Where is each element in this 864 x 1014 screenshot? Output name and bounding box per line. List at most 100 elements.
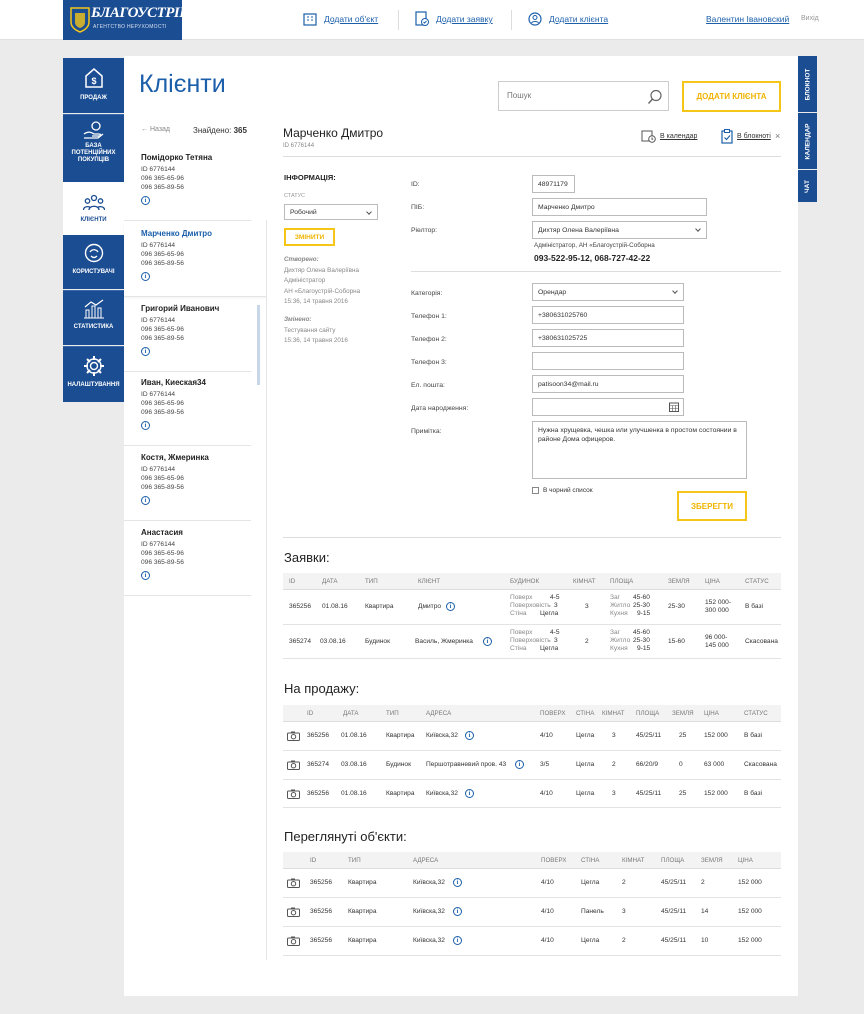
birthdate-field[interactable]: [532, 398, 684, 416]
info-icon[interactable]: i: [141, 571, 150, 580]
cell-address[interactable]: Київска,32: [426, 790, 458, 797]
cell-client[interactable]: Дмитро: [418, 603, 441, 610]
client-item[interactable]: Иван, Киеская34 ID 6776144 096 365-65-96…: [124, 371, 251, 446]
add-request-link[interactable]: Додати заявку: [415, 11, 493, 27]
change-status-button[interactable]: ЗМІНИТИ: [284, 228, 335, 246]
realtor-select[interactable]: Дихтяр Олена Валеріївна: [532, 221, 707, 239]
info-icon[interactable]: i: [483, 637, 492, 646]
info-icon[interactable]: i: [515, 760, 524, 769]
table-row[interactable]: 365256 01.08.16 Квартира Київска,32 i 4/…: [283, 722, 781, 751]
blacklist-label: В чорний список: [543, 487, 593, 494]
add-object-link[interactable]: Додати об'єкт: [303, 11, 378, 27]
calendar-icon[interactable]: [669, 402, 679, 412]
blacklist-checkbox[interactable]: [532, 487, 539, 494]
phone2-field[interactable]: +380631025725: [532, 329, 684, 347]
nav-item-users[interactable]: КОРИСТУВАЧІ: [63, 235, 124, 289]
col-header: ID: [289, 578, 296, 585]
nav-item-sale[interactable]: $ ПРОДАЖ: [63, 58, 124, 113]
cell-address[interactable]: Київска,32: [413, 879, 445, 886]
info-icon[interactable]: i: [453, 907, 462, 916]
info-icon[interactable]: i: [141, 347, 150, 356]
back-link[interactable]: ← Назад: [141, 126, 170, 133]
client-item[interactable]: Костя, Жмеринка ID 6776144 096 365-65-96…: [124, 446, 251, 521]
table-row[interactable]: 365274 03.08.16 Будинок Першотравневий п…: [283, 751, 781, 780]
col-header: ТИП: [365, 578, 378, 585]
camera-icon[interactable]: [287, 878, 300, 888]
info-icon[interactable]: i: [453, 878, 462, 887]
table-row[interactable]: 365256 Квартира Київска,32 i 4/10 Цегла …: [283, 869, 781, 898]
to-calendar-link[interactable]: В календар: [641, 130, 697, 143]
client-item[interactable]: Григорий Иванович ID 6776144 096 365-65-…: [124, 297, 251, 372]
cell-area: 45/25/11: [661, 879, 687, 886]
search-icon[interactable]: [647, 89, 663, 105]
save-button[interactable]: ЗБЕРЕГТИ: [677, 491, 747, 521]
info-icon[interactable]: i: [141, 272, 150, 281]
table-row[interactable]: 365256 Квартира Київска,32 i 4/10 Панель…: [283, 898, 781, 927]
client-name: Иван, Киеская34: [141, 378, 206, 387]
nav-item-buyers[interactable]: БАЗА ПОТЕНЦІЙНИХ ПОКУПЦІВ: [63, 114, 124, 182]
id-field[interactable]: 48971179: [532, 175, 575, 193]
cell-address[interactable]: Київска,32: [413, 908, 445, 915]
tab-chat[interactable]: ЧАТ: [798, 170, 817, 202]
requests-title: Заявки:: [284, 550, 330, 565]
info-icon[interactable]: i: [465, 789, 474, 798]
tab-calendar[interactable]: КАЛЕНДАР: [798, 113, 817, 169]
close-icon[interactable]: ×: [775, 131, 780, 141]
cell-type: Квартира: [348, 908, 377, 915]
client-name: Анастасия: [141, 528, 183, 537]
info-icon[interactable]: i: [141, 196, 150, 205]
camera-icon[interactable]: [287, 760, 300, 770]
camera-icon[interactable]: [287, 789, 300, 799]
created-label: Створено:: [284, 256, 319, 263]
search-box[interactable]: [498, 81, 669, 111]
category-select[interactable]: Орендар: [532, 283, 684, 301]
camera-icon[interactable]: [287, 907, 300, 917]
search-input[interactable]: [507, 91, 637, 100]
col-header: АДРЕСА: [413, 857, 439, 864]
info-icon[interactable]: i: [141, 421, 150, 430]
blacklist-checkbox-row[interactable]: В чорний список: [532, 487, 593, 494]
cell-status: Скасована: [744, 761, 777, 768]
add-client-link[interactable]: Додати клієнта: [528, 11, 608, 27]
cell-id: 365256: [307, 790, 330, 797]
client-item-active[interactable]: Марченко Дмитро ID 6776144 096 365-65-96…: [124, 222, 266, 297]
pib-field[interactable]: Марченко Дмитро: [532, 198, 707, 216]
nav-item-stats[interactable]: СТАТИСТИКА: [63, 290, 124, 345]
phone1-field[interactable]: +380631025760: [532, 306, 684, 324]
status-select[interactable]: Робочий: [284, 204, 378, 220]
cell-address[interactable]: Першотравневий пров. 43: [426, 761, 506, 768]
client-item[interactable]: Помідорко Тетяна ID 6776144 096 365-65-9…: [124, 146, 251, 221]
top-bar: БЛАГОУСТРІЙ АГЕНТСТВО НЕРУХОМОСТІ Додати…: [0, 0, 864, 40]
client-phone: 096 365-65-96: [141, 475, 184, 482]
logout-link[interactable]: Вихід: [801, 15, 819, 22]
info-icon[interactable]: i: [446, 602, 455, 611]
nav-item-clients[interactable]: КЛІЄНТИ: [63, 182, 124, 235]
table-row[interactable]: 365256 01.08.16 Квартира Дмитро i Поверх…: [283, 590, 781, 625]
phone3-field[interactable]: [532, 352, 684, 370]
logo[interactable]: БЛАГОУСТРІЙ АГЕНТСТВО НЕРУХОМОСТІ: [63, 0, 191, 40]
cell-address[interactable]: Київска,32: [413, 937, 445, 944]
info-icon[interactable]: i: [465, 731, 474, 740]
user-name-link[interactable]: Валентин Івановский: [706, 14, 789, 24]
scrollbar[interactable]: [257, 305, 260, 385]
nav-item-settings[interactable]: НАЛАШТУВАННЯ: [63, 346, 124, 402]
add-client-button[interactable]: ДОДАТИ КЛІЄНТА: [682, 81, 781, 112]
email-field[interactable]: patisoon34@mail.ru: [532, 375, 684, 393]
add-object-label: Додати об'єкт: [324, 14, 379, 24]
camera-icon[interactable]: [287, 731, 300, 741]
table-row[interactable]: 365256 01.08.16 Квартира Київска,32 i 4/…: [283, 780, 781, 808]
info-icon[interactable]: i: [453, 936, 462, 945]
note-textarea[interactable]: Нужна хрущевка, чешка или улучшенка в пр…: [532, 421, 747, 479]
client-item[interactable]: Анастасия ID 6776144 096 365-65-96 096 3…: [124, 521, 251, 596]
cell-client[interactable]: Василь, Жмеринка: [415, 638, 473, 645]
in-notebook-link[interactable]: В блокноті: [721, 129, 771, 144]
camera-icon[interactable]: [287, 936, 300, 946]
cell-address[interactable]: Київска,32: [426, 732, 458, 739]
cell-land: 25-30: [668, 603, 685, 610]
info-icon[interactable]: i: [141, 496, 150, 505]
table-row[interactable]: 365274 03.08.16 Будинок Василь, Жмеринка…: [283, 625, 781, 659]
tab-notebook[interactable]: БЛОКНОТ: [798, 56, 817, 112]
cell-date: 01.08.16: [322, 603, 348, 610]
table-row[interactable]: 365256 Квартира Київска,32 i 4/10 Цегла …: [283, 927, 781, 956]
client-phone: 096 365-65-96: [141, 400, 184, 407]
